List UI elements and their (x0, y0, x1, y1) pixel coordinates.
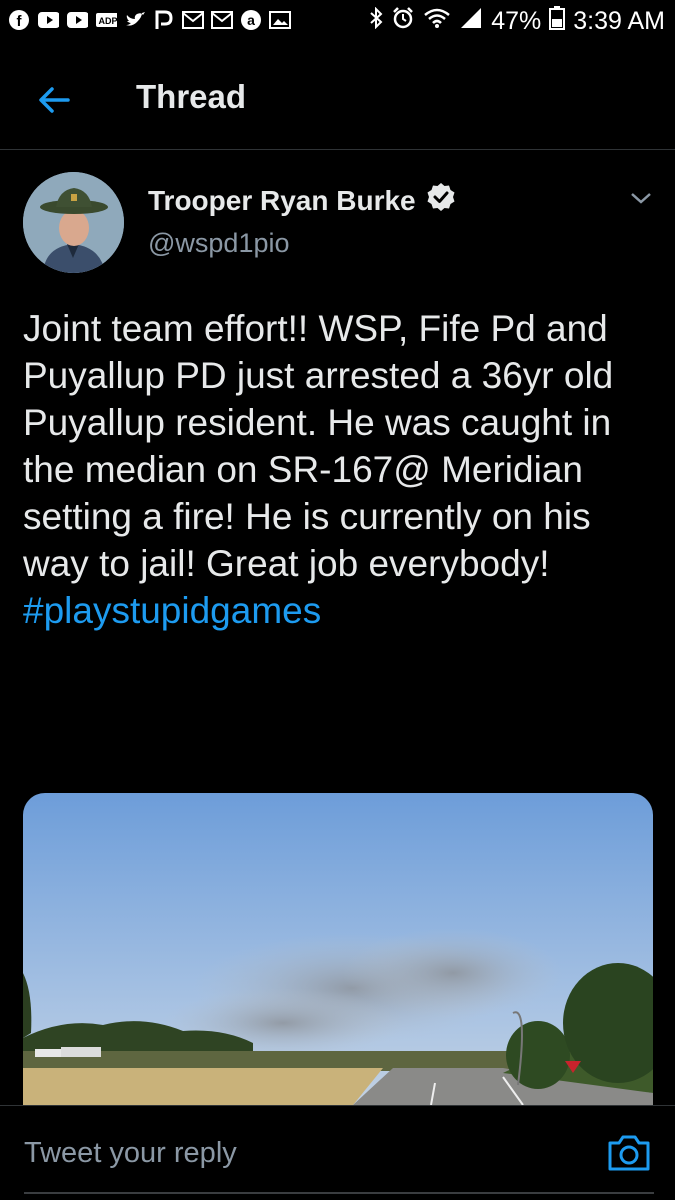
hashtag-link[interactable]: #playstupidgames (23, 587, 663, 634)
system-status: 47% 3:39 AM (369, 6, 665, 37)
tweet-photo[interactable] (23, 793, 653, 1105)
tweet-body: Joint team effort!! WSP, Fife Pd and Puy… (23, 308, 614, 584)
youtube-icon (66, 9, 88, 31)
notification-icons: f ADP a (8, 9, 291, 31)
adp-icon: ADP (95, 9, 117, 31)
wifi-icon (423, 7, 451, 36)
svg-text:a: a (247, 12, 255, 28)
reply-bar: Tweet your reply (0, 1105, 675, 1200)
author-handle[interactable]: @wspd1pio (148, 228, 290, 259)
verified-badge-icon (426, 182, 456, 219)
avatar[interactable] (23, 172, 124, 273)
camera-icon[interactable] (606, 1133, 652, 1173)
back-arrow-icon[interactable] (34, 80, 74, 120)
thread-header: Thread (0, 58, 675, 148)
twitter-icon (124, 9, 146, 31)
status-bar: f ADP a 47% 3:39 AM (0, 0, 675, 46)
battery-percent: 47% (491, 7, 542, 35)
clock: 3:39 AM (573, 7, 665, 35)
page-title: Thread (136, 78, 247, 115)
tweet-text: Joint team effort!! WSP, Fife Pd and Puy… (23, 305, 663, 634)
header-divider (0, 149, 675, 150)
author-name[interactable]: Trooper Ryan Burke (148, 182, 456, 219)
amazon-icon: a (240, 9, 262, 31)
reply-divider (0, 1105, 675, 1106)
reply-input[interactable]: Tweet your reply (24, 1137, 237, 1170)
pandora-icon (153, 9, 175, 31)
bluetooth-icon (369, 6, 383, 36)
gallery-icon (269, 9, 291, 31)
facebook-icon: f (8, 9, 30, 31)
svg-text:ADP: ADP (98, 16, 117, 26)
signal-icon (459, 7, 483, 36)
youtube-icon (37, 9, 59, 31)
gmail-icon (182, 9, 204, 31)
alarm-icon (391, 6, 415, 37)
reply-underline (24, 1192, 654, 1194)
chevron-down-icon[interactable] (628, 188, 654, 208)
author-name-text: Trooper Ryan Burke (148, 184, 416, 216)
battery-icon (549, 6, 566, 37)
gmail-icon (211, 9, 233, 31)
